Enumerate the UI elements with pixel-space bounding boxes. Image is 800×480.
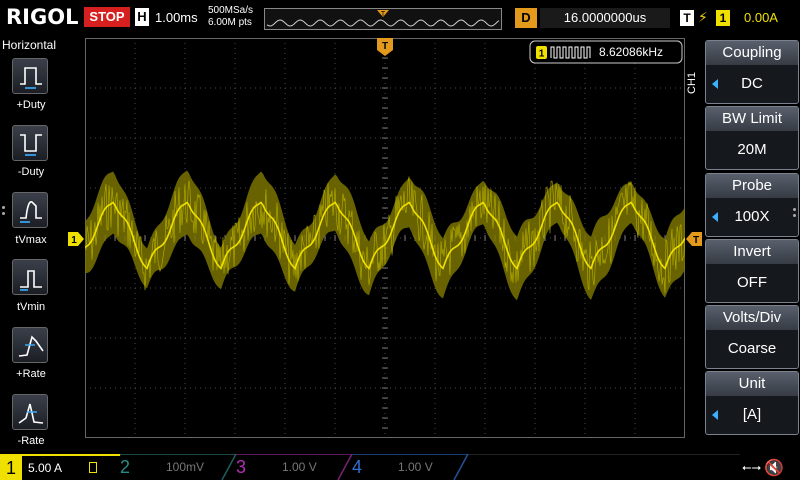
volts-div-title: Volts/Div (706, 306, 798, 330)
channel-status-bar: 1 5.00 A 2 100mV 3 1.00 V 4 1.00 V ⭠⭢ 🔇 (0, 454, 800, 480)
coupling-title: Coupling (706, 41, 798, 65)
unit-menu-item[interactable]: Unit [A] (705, 371, 799, 435)
usb-icon: ⭠⭢ (742, 460, 762, 474)
fall-rate-icon (18, 403, 44, 424)
positive-duty-button[interactable] (12, 58, 48, 94)
invert-menu-item[interactable]: Invert OFF (705, 239, 799, 303)
negative-duty-button[interactable] (12, 125, 48, 161)
memory-overview-bar[interactable]: T (264, 8, 502, 30)
ch4-scale: 1.00 V (398, 460, 433, 474)
memory-overview-wave: T (266, 10, 500, 27)
trigger-level[interactable]: 0.00A (744, 10, 778, 25)
trigger-badge: T (680, 10, 694, 26)
coupling-menu-item[interactable]: Coupling DC (705, 40, 799, 104)
channel-menu: Coupling DC BW Limit 20M Probe 100X Inve… (702, 36, 800, 454)
invert-value: OFF (737, 274, 767, 291)
timebase-value[interactable]: 1.00ms (155, 10, 198, 25)
delay-value[interactable]: 16.0000000us (540, 8, 670, 28)
time-vmin-button[interactable] (12, 259, 48, 295)
ch3-number: 3 (236, 457, 247, 477)
volts-div-value: Coarse (727, 340, 777, 357)
scroll-indicator (2, 206, 6, 218)
rise-rate-label: +Rate (16, 368, 46, 380)
ch3-scale: 1.00 V (282, 460, 317, 474)
horizontal-badge: H (135, 8, 149, 26)
ch2-status[interactable]: 2 100mV (114, 454, 230, 480)
ch1-scale: 5.00 A (28, 461, 63, 475)
trigger-level-marker[interactable]: T (686, 232, 702, 246)
svg-text:T: T (693, 235, 699, 246)
ch1-number: 1 (0, 456, 22, 480)
coupling-value: DC (741, 75, 763, 92)
ch1-offset-marker[interactable]: 1 (68, 232, 84, 246)
ch2-number: 2 (120, 457, 131, 477)
unit-value: [A] (742, 406, 762, 423)
time-vmax-label: tVmax (15, 234, 47, 246)
positive-duty-icon (20, 67, 42, 89)
frequency-counter[interactable]: 1 8.62086kHz (529, 40, 683, 64)
bw-limit-title: BW Limit (706, 107, 798, 131)
fall-rate-label: -Rate (17, 435, 45, 447)
rising-edge-icon: ⚡ (698, 9, 708, 25)
bw-limit-value: 20M (737, 141, 767, 158)
counter-channel: 1 (539, 49, 545, 60)
probe-title: Probe (706, 174, 798, 198)
positive-duty-label: +Duty (16, 99, 46, 111)
time-vmin-icon (20, 270, 42, 291)
memory-trigger-label: T (381, 11, 386, 18)
right-scroll-indicator (793, 208, 796, 220)
unit-title: Unit (706, 372, 798, 396)
bandwidth-limit-icon (89, 462, 97, 473)
trigger-source[interactable]: 1 (716, 10, 730, 26)
top-status-bar: RIGOL STOP H 1.00ms 500MSa/s 6.00M pts T… (0, 0, 800, 36)
run-stop-status[interactable]: STOP (84, 7, 130, 27)
time-vmax-icon (20, 201, 42, 223)
panel-title: Horizontal (2, 38, 57, 52)
horizontal-measure-panel: Horizontal +Duty -Duty tVmax tVmin +Rate… (0, 36, 62, 454)
ch3-status[interactable]: 3 1.00 V (230, 454, 346, 480)
negative-duty-icon (20, 134, 42, 156)
speaker-muted-icon[interactable]: 🔇 (764, 458, 784, 478)
channel-menu-tab: CH1 (686, 72, 698, 95)
svg-text:T: T (382, 41, 388, 52)
rise-rate-icon (18, 335, 44, 357)
acquisition-info: 500MSa/s 6.00M pts (208, 5, 253, 29)
volts-div-menu-item[interactable]: Volts/Div Coarse (705, 305, 799, 369)
brand-logo: RIGOL (6, 5, 79, 29)
svg-text:1: 1 (71, 235, 77, 246)
ch2-scale: 100mV (166, 460, 205, 474)
waveform-display[interactable]: T 1 8.62086kHz (85, 38, 685, 438)
ch4-status[interactable]: 4 1.00 V (346, 454, 462, 480)
time-vmin-label: tVmin (16, 301, 46, 313)
ch1-status[interactable]: 1 5.00 A (0, 454, 120, 480)
bw-limit-menu-item[interactable]: BW Limit 20M (705, 106, 799, 170)
negative-duty-label: -Duty (17, 166, 45, 178)
probe-value: 100X (734, 208, 770, 225)
rise-rate-button[interactable] (12, 327, 48, 363)
ch4-number: 4 (352, 457, 363, 477)
sample-rate: 500MSa/s (208, 5, 254, 16)
invert-title: Invert (706, 240, 798, 264)
counter-value: 8.62086kHz (599, 45, 663, 59)
memory-depth: 6.00M pts (208, 17, 252, 28)
delay-badge: D (515, 8, 537, 28)
fall-rate-button[interactable] (12, 394, 48, 430)
time-vmax-button[interactable] (12, 192, 48, 228)
probe-menu-item[interactable]: Probe 100X (705, 173, 799, 237)
